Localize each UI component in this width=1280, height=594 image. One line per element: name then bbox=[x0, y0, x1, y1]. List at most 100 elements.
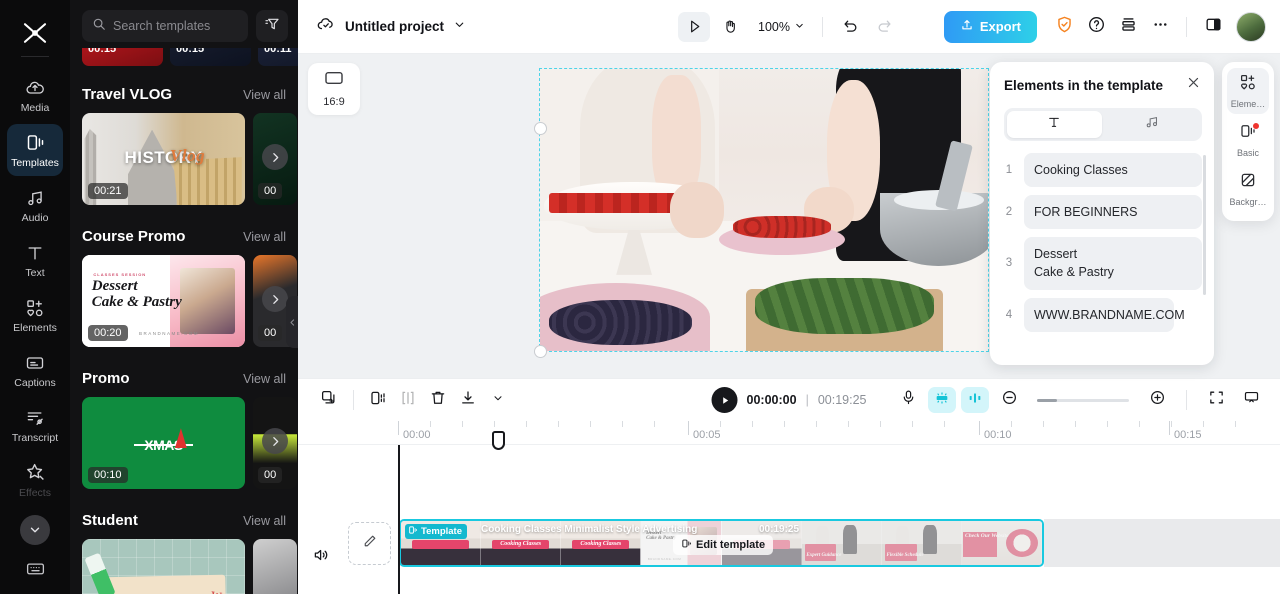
template-card[interactable]: 00:15 bbox=[82, 48, 163, 66]
split-clip-button[interactable] bbox=[363, 385, 393, 415]
play-button[interactable] bbox=[711, 387, 738, 413]
select-tool-button[interactable] bbox=[678, 11, 711, 42]
rtool-basic[interactable]: Basic bbox=[1227, 117, 1269, 163]
video-preview[interactable] bbox=[539, 68, 989, 352]
captions-icon bbox=[24, 352, 46, 374]
track-empty-region[interactable] bbox=[1044, 519, 1280, 567]
scroll-next-button[interactable] bbox=[262, 428, 288, 454]
capcut-logo-icon[interactable] bbox=[18, 16, 52, 50]
export-button[interactable]: Export bbox=[943, 10, 1037, 43]
item-text[interactable]: Dessert Cake & Pastry bbox=[1024, 237, 1202, 290]
top-right-actions: Export bbox=[938, 10, 1266, 43]
template-badge-icon bbox=[408, 525, 418, 538]
fit-to-screen-button[interactable] bbox=[1201, 385, 1231, 415]
rtool-background[interactable]: Backgr… bbox=[1227, 166, 1269, 212]
duplicate-button[interactable] bbox=[314, 385, 344, 415]
sidebar-item-audio[interactable]: Audio bbox=[7, 179, 63, 231]
zoom-level-select[interactable]: 100% bbox=[750, 20, 809, 34]
list-item[interactable]: 2 FOR BEGINNERS bbox=[1004, 195, 1202, 230]
edit-template-button[interactable]: Edit template bbox=[673, 535, 774, 555]
list-item[interactable]: 4 WWW.BRANDNAME.COM bbox=[1004, 297, 1202, 332]
scroll-next-button[interactable] bbox=[262, 144, 288, 170]
rtool-elements[interactable]: Eleme… bbox=[1227, 68, 1269, 114]
collapse-panel-handle[interactable] bbox=[286, 296, 298, 348]
download-options-button[interactable] bbox=[483, 385, 513, 415]
zoom-out-button[interactable] bbox=[994, 385, 1024, 415]
redo-button[interactable] bbox=[870, 12, 900, 42]
sidebar-item-transcript[interactable]: Transcript bbox=[7, 399, 63, 451]
help-button[interactable] bbox=[1081, 12, 1111, 42]
sidebar-item-captions[interactable]: Captions bbox=[7, 344, 63, 396]
scroll-next-button[interactable] bbox=[262, 286, 288, 312]
auto-enhance-toggle[interactable] bbox=[928, 387, 956, 413]
mute-track-button[interactable] bbox=[310, 546, 332, 568]
tab-audio[interactable] bbox=[1105, 111, 1200, 138]
hand-tool-button[interactable] bbox=[714, 12, 746, 42]
delete-button[interactable] bbox=[423, 385, 453, 415]
template-card[interactable] bbox=[253, 539, 297, 594]
template-card-science[interactable]: w Science bbox=[82, 539, 245, 594]
item-text[interactable]: WWW.BRANDNAME.COM bbox=[1024, 297, 1185, 332]
view-all-link[interactable]: View all bbox=[243, 514, 286, 528]
close-panel-button[interactable] bbox=[1184, 76, 1202, 94]
chevron-down-icon bbox=[453, 18, 466, 36]
sidebar-item-media[interactable]: Media bbox=[7, 69, 63, 121]
trim-button[interactable] bbox=[393, 385, 423, 415]
sidebar-item-text[interactable]: Text bbox=[7, 234, 63, 286]
undo-button[interactable] bbox=[836, 12, 866, 42]
avatar[interactable] bbox=[1236, 11, 1266, 42]
template-row-travel-vlog: HISTORY Vlog 00:21 00 bbox=[70, 113, 298, 210]
timeline-tracks[interactable]: Cooking Classes Cooking Classes DessertC… bbox=[298, 431, 1280, 594]
template-card[interactable]: 00:15 bbox=[170, 48, 251, 66]
search-input-wrapper[interactable] bbox=[82, 10, 248, 42]
list-item[interactable]: 1 Cooking Classes bbox=[1004, 153, 1202, 188]
item-text[interactable]: FOR BEGINNERS bbox=[1024, 195, 1202, 230]
tab-text[interactable] bbox=[1007, 111, 1102, 138]
template-card[interactable]: 00:11 bbox=[258, 48, 298, 66]
filter-button[interactable] bbox=[256, 10, 288, 42]
download-icon bbox=[459, 389, 477, 412]
download-button[interactable] bbox=[453, 385, 483, 415]
layout-toggle-button[interactable] bbox=[1198, 12, 1228, 42]
view-all-link[interactable]: View all bbox=[243, 372, 286, 386]
timeline-clip-template[interactable]: Cooking Classes Cooking Classes DessertC… bbox=[399, 519, 1044, 567]
microphone-button[interactable] bbox=[893, 385, 923, 415]
sidebar-item-elements[interactable]: Elements bbox=[7, 289, 63, 341]
toolbar-divider bbox=[821, 16, 823, 37]
zoom-in-button[interactable] bbox=[1142, 385, 1172, 415]
view-all-link[interactable]: View all bbox=[243, 88, 286, 102]
keyboard-shortcuts-button[interactable] bbox=[0, 558, 70, 584]
shield-check-button[interactable] bbox=[1049, 12, 1079, 42]
template-card-xmas[interactable]: XMAS 00:10 bbox=[82, 397, 245, 489]
more-horizontal-icon bbox=[1151, 15, 1170, 39]
aspect-ratio-label: 16:9 bbox=[323, 96, 345, 108]
audio-waveform-toggle[interactable] bbox=[961, 387, 989, 413]
zoom-slider[interactable] bbox=[1037, 398, 1129, 402]
elements-shapes-icon bbox=[24, 297, 46, 319]
project-menu[interactable]: Untitled project bbox=[316, 14, 466, 39]
template-card-history[interactable]: HISTORY Vlog 00:21 bbox=[82, 113, 245, 205]
edit-track-button[interactable] bbox=[348, 522, 391, 565]
template-card-dessert[interactable]: CLASSES SESSION Dessert Cake & Pastry BR… bbox=[82, 255, 245, 347]
filter-icon bbox=[264, 16, 280, 37]
transcript-icon bbox=[24, 407, 46, 429]
templates-scroll-region[interactable]: 00:15 00:15 00:11 00 Travel VLOG View al… bbox=[70, 48, 298, 594]
timeline-ruler[interactable]: 00:00 00:05 00:10 00:15 bbox=[298, 421, 1280, 445]
layers-button[interactable] bbox=[1113, 12, 1143, 42]
playhead-handle[interactable] bbox=[492, 431, 505, 450]
frame-label: Cooking Classes bbox=[580, 540, 622, 547]
more-options-button[interactable] bbox=[1145, 12, 1175, 42]
resize-handle-bottom-left[interactable] bbox=[534, 345, 547, 358]
list-item[interactable]: 3 Dessert Cake & Pastry bbox=[1004, 237, 1202, 290]
view-all-link[interactable]: View all bbox=[243, 230, 286, 244]
present-screen-button[interactable] bbox=[1236, 385, 1266, 415]
expand-sidebar-button[interactable] bbox=[20, 515, 50, 545]
resize-handle-top-left[interactable] bbox=[534, 122, 547, 135]
sidebar-item-templates[interactable]: Templates bbox=[7, 124, 63, 176]
aspect-ratio-badge[interactable]: 16:9 bbox=[308, 63, 360, 115]
playhead[interactable] bbox=[398, 431, 505, 594]
panel-scrollbar[interactable] bbox=[1203, 155, 1206, 295]
item-text[interactable]: Cooking Classes bbox=[1024, 153, 1202, 188]
sidebar-item-effects[interactable]: Effects bbox=[7, 454, 63, 506]
search-input[interactable] bbox=[113, 19, 238, 33]
